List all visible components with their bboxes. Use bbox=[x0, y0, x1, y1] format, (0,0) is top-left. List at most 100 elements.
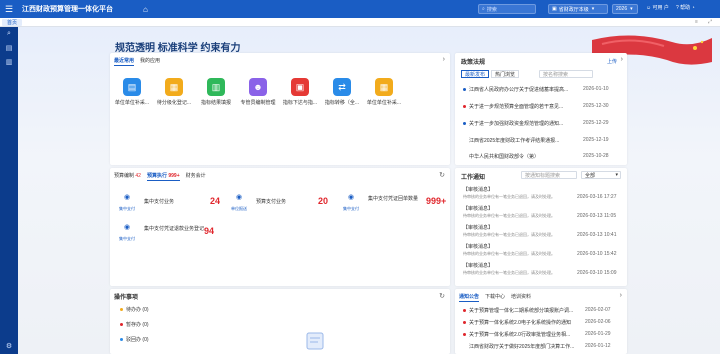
bullet-icon bbox=[463, 122, 466, 126]
notice-time: 2026-03-10 15:42 bbox=[577, 251, 617, 257]
notice-summary: 待审核的业务单位有一笔业务已退回，请及时处理。 bbox=[463, 194, 555, 199]
chevron-right-icon[interactable]: › bbox=[443, 56, 445, 63]
tab-notice[interactable]: 通知公告 bbox=[459, 293, 480, 302]
list-item[interactable]: 关于进一步规范预算全面管理的若干意见... bbox=[463, 103, 573, 110]
tab-download-center[interactable]: 下载中心 bbox=[485, 293, 505, 302]
search-icon[interactable]: ⌕ bbox=[0, 27, 18, 41]
global-search-input[interactable]: ⌕ 搜索 bbox=[478, 4, 536, 14]
menu-icon[interactable]: ☰ bbox=[0, 0, 18, 18]
tab-finance-accounting[interactable]: 财务会计 bbox=[186, 172, 206, 181]
notification-icon[interactable]: ◔ bbox=[692, 5, 695, 11]
user-icon: ☻ bbox=[249, 78, 267, 96]
bullet-icon bbox=[463, 309, 466, 313]
notice-time: 2026-03-13 11:05 bbox=[577, 213, 617, 219]
bullet-icon bbox=[463, 88, 466, 92]
list-item[interactable]: 关于预算管理一体化二期系统部分填报账户调... bbox=[463, 307, 575, 314]
document-icon: ▤ bbox=[123, 78, 141, 96]
notice-time: 2026-03-13 10:41 bbox=[577, 232, 617, 238]
app-item[interactable]: ▣ 指标下达与指... bbox=[280, 78, 320, 106]
dept-selector[interactable]: ▣ 省财政厅本级 ▾ bbox=[548, 4, 608, 14]
home-icon[interactable]: ⌂ bbox=[143, 5, 148, 14]
bullet-icon bbox=[463, 333, 466, 337]
notice-title[interactable]: 【审核消息】 bbox=[463, 205, 493, 212]
notice-card: 通知公告 下载中心 培训资料 › 关于预算管理一体化二期系统部分填报账户调...… bbox=[455, 289, 627, 354]
document-icon[interactable]: ▥ bbox=[0, 55, 18, 69]
stat-item[interactable]: ◉ 集中支付 集中支付凭证回单数量 999+ bbox=[340, 192, 450, 216]
notice-time: 2026-03-10 15:09 bbox=[577, 270, 617, 276]
app-item[interactable]: ☻ 专管员编制管理 bbox=[238, 78, 278, 106]
notice-time: 2026-03-16 17:27 bbox=[577, 194, 617, 200]
list-item[interactable]: 关于预算一体化系统2.0电子化系统操作的通知 bbox=[463, 319, 575, 326]
app-item[interactable]: ▦ 待分级化登记... bbox=[154, 78, 194, 106]
file-icon: ▣ bbox=[291, 78, 309, 96]
tab-home[interactable]: 首页 bbox=[2, 19, 23, 26]
stat-item[interactable]: ◉ 集中支付 集中支付业务 24 bbox=[116, 192, 226, 216]
list-item[interactable]: 关于进一步加强财政资金规范管理的通知... bbox=[463, 120, 573, 127]
app-item[interactable]: ⇄ 指标转移（全... bbox=[322, 78, 362, 106]
tab-scroll-icon[interactable]: ≡ bbox=[695, 19, 698, 25]
filter-latest[interactable]: 最新发布 bbox=[461, 70, 490, 78]
refresh-icon[interactable]: ↻ bbox=[439, 171, 445, 179]
year-selector[interactable]: 2026 ▾ bbox=[612, 4, 638, 14]
todo-title: 操作事项 bbox=[114, 295, 139, 301]
work-search-input[interactable]: 按通知标题搜索 bbox=[521, 171, 577, 179]
notice-title[interactable]: 【审核消息】 bbox=[463, 224, 493, 231]
coin-icon: ◉ bbox=[123, 224, 131, 231]
list-item[interactable]: 江西省财政厅关于做好2025年度部门决算工作... bbox=[469, 343, 575, 350]
work-notice-card: 工作通知 按通知标题搜索 全部 ▾ 【审核消息】 待审核的业务单位有一笔业务已退回… bbox=[455, 168, 627, 286]
coin-icon: ◉ bbox=[123, 194, 131, 201]
list-item[interactable]: 江西省2025年度财政工作考评结果通报... bbox=[469, 137, 575, 144]
refresh-icon[interactable]: ↻ bbox=[439, 292, 445, 300]
tab-budget-compile[interactable]: 预算编制 42 bbox=[114, 172, 141, 181]
app-item[interactable]: ▥ 指标结果填报 bbox=[196, 78, 236, 106]
policy-upload-link[interactable]: 上传 bbox=[607, 58, 617, 65]
list-item-date: 2026-01-29 bbox=[585, 331, 611, 337]
tab-my-apps[interactable]: 我的应用 bbox=[140, 57, 160, 66]
app-item[interactable]: ▦ 单位单位补采... bbox=[364, 78, 404, 106]
settings-icon[interactable]: ⚙ bbox=[0, 339, 18, 353]
budget-card: 预算编制 42 预算执行 999+ 财务会计 ↻ ◉ 集中支付 集中支付业务 2… bbox=[110, 168, 450, 286]
list-item-date: 2026-01-12 bbox=[585, 343, 611, 349]
notice-summary: 待审核的业务单位有一笔业务已退回，请及时处理。 bbox=[463, 251, 555, 256]
notice-title[interactable]: 【审核消息】 bbox=[463, 186, 493, 193]
coin-icon: ◉ bbox=[347, 194, 355, 201]
building-icon[interactable]: ▤ bbox=[0, 41, 18, 55]
chevron-right-icon[interactable]: › bbox=[621, 56, 623, 63]
chevron-down-icon: ▾ bbox=[591, 6, 595, 12]
notice-title[interactable]: 【审核消息】 bbox=[463, 262, 493, 269]
chevron-right-icon[interactable]: › bbox=[620, 292, 622, 299]
slogan: 规范透明 标准科学 约束有力 bbox=[115, 43, 241, 54]
todo-item[interactable]: 待办办 (0) bbox=[120, 306, 149, 313]
folder-icon: ▦ bbox=[165, 78, 183, 96]
app-item[interactable]: ▤ 单位单位补采... bbox=[112, 78, 152, 106]
list-item-date: 2025-12-19 bbox=[583, 137, 609, 143]
policy-search-input[interactable]: 按名称搜索 bbox=[539, 70, 593, 78]
todo-item[interactable]: 驳回办 (0) bbox=[120, 336, 149, 343]
stat-item[interactable]: ◉ 单位报送 预算支付业务 20 bbox=[228, 192, 338, 216]
list-item-date: 2025-10-28 bbox=[583, 153, 609, 159]
bullet-icon bbox=[120, 338, 123, 342]
policy-card: 政策法规 上传 › 最新发布 热门浏览 按名称搜索 江西省人民政府办公厅关于促进… bbox=[455, 53, 627, 165]
tab-training[interactable]: 培训资料 bbox=[511, 293, 531, 302]
help-button[interactable]: ? 帮助 ◔ bbox=[676, 4, 695, 11]
tab-recent-apps[interactable]: 最近常用 bbox=[114, 57, 135, 66]
bullet-icon bbox=[463, 105, 466, 109]
app-title: 江西财政预算管理一体化平台 bbox=[22, 6, 113, 13]
list-item[interactable]: 关于预算一体化系统2.0行政审批管理业务相... bbox=[463, 331, 575, 338]
fullscreen-icon[interactable]: ⤢ bbox=[708, 19, 712, 25]
apps-card: 最近常用 我的应用 › ▤ 单位单位补采... ▦ 待分级化登记... ▥ 指标… bbox=[110, 53, 450, 165]
user-menu[interactable]: ☺ 可用 户 bbox=[646, 4, 669, 11]
tab-budget-execute[interactable]: 预算执行 999+ bbox=[146, 172, 180, 181]
building-icon: ▣ bbox=[552, 6, 557, 12]
todo-item[interactable]: 暂存办 (0) bbox=[120, 321, 149, 328]
list-item[interactable]: 中华人民共和国财政部令（第） bbox=[469, 153, 575, 160]
tab-bar: 首页 ≡ ⤢ bbox=[0, 18, 720, 27]
list-item[interactable]: 江西省人民政府办公厅关于促进储蓄率提高... bbox=[463, 86, 573, 93]
list-item-date: 2026-01-10 bbox=[583, 86, 609, 92]
user-icon: ☺ bbox=[646, 5, 652, 11]
work-filter-select[interactable]: 全部 ▾ bbox=[581, 171, 621, 179]
notice-title[interactable]: 【审核消息】 bbox=[463, 243, 493, 250]
stat-item[interactable]: ◉ 集中支付 集中支付凭证退款业务登记 94 bbox=[116, 222, 226, 246]
filter-popular[interactable]: 热门浏览 bbox=[491, 70, 520, 78]
sidebar: ⌕ ▤ ▥ ⚙ bbox=[0, 27, 18, 354]
